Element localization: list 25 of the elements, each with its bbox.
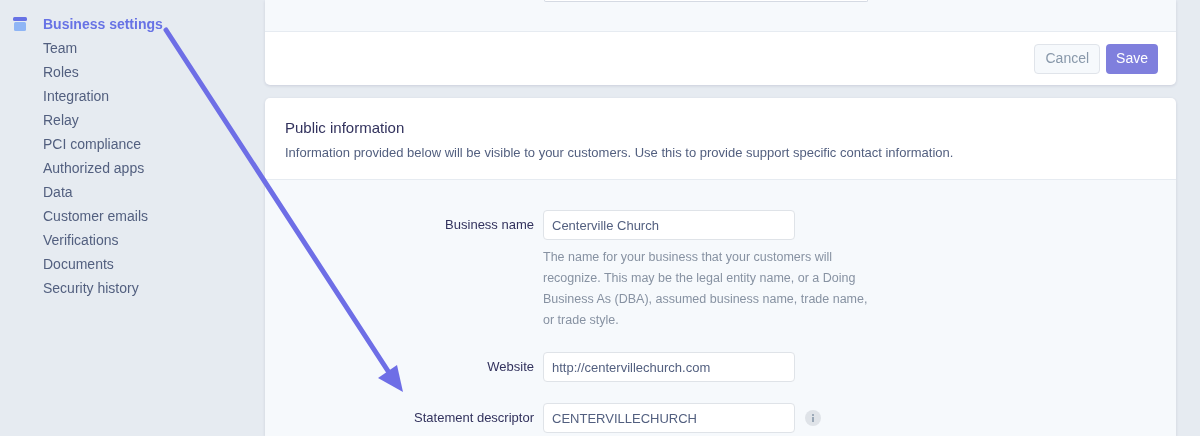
help-text: The name for your business that your customers will recognize. This may be the legal entity name, or a Doing Business As (DBA), assumed business name, trade name, or trade style. [543, 249, 869, 329]
text-field[interactable]: http://centervillechurch.com [543, 352, 795, 382]
sidebar-item[interactable]: Relay [43, 109, 79, 131]
sidebar-item[interactable]: Documents [43, 253, 114, 275]
field-label: Statement descriptor [413, 409, 535, 427]
sidebar-item[interactable]: Customer emails [43, 205, 149, 227]
sidebar-item[interactable]: Data [43, 181, 73, 203]
sidebar-item[interactable]: Team [43, 37, 78, 59]
text-field[interactable]: CENTERVILLECHURCH [543, 403, 795, 433]
sidebar-item[interactable]: Business settings [43, 13, 163, 35]
section-description: Information provided below will be visible to your customers. Use this to provide support specific contact information. [285, 143, 955, 162]
sidebar-item[interactable]: Verifications [43, 229, 119, 251]
sidebar-item[interactable]: Security history [43, 277, 139, 299]
info-icon[interactable] [805, 410, 821, 426]
sidebar-item[interactable]: Authorized apps [43, 157, 145, 179]
sidebar-item[interactable]: PCI compliance [43, 133, 142, 155]
field-label: Business name [444, 216, 535, 234]
text-field[interactable]: Centerville Church [543, 210, 795, 240]
storefront-icon [12, 17, 28, 31]
sidebar-item[interactable]: Roles [43, 61, 79, 83]
save-button[interactable]: Save [1106, 43, 1158, 74]
field-label: Website [486, 358, 535, 376]
section-title: Public information [285, 118, 406, 138]
cancel-button[interactable]: Cancel [1034, 43, 1101, 74]
sidebar-item[interactable]: Integration [43, 85, 110, 107]
